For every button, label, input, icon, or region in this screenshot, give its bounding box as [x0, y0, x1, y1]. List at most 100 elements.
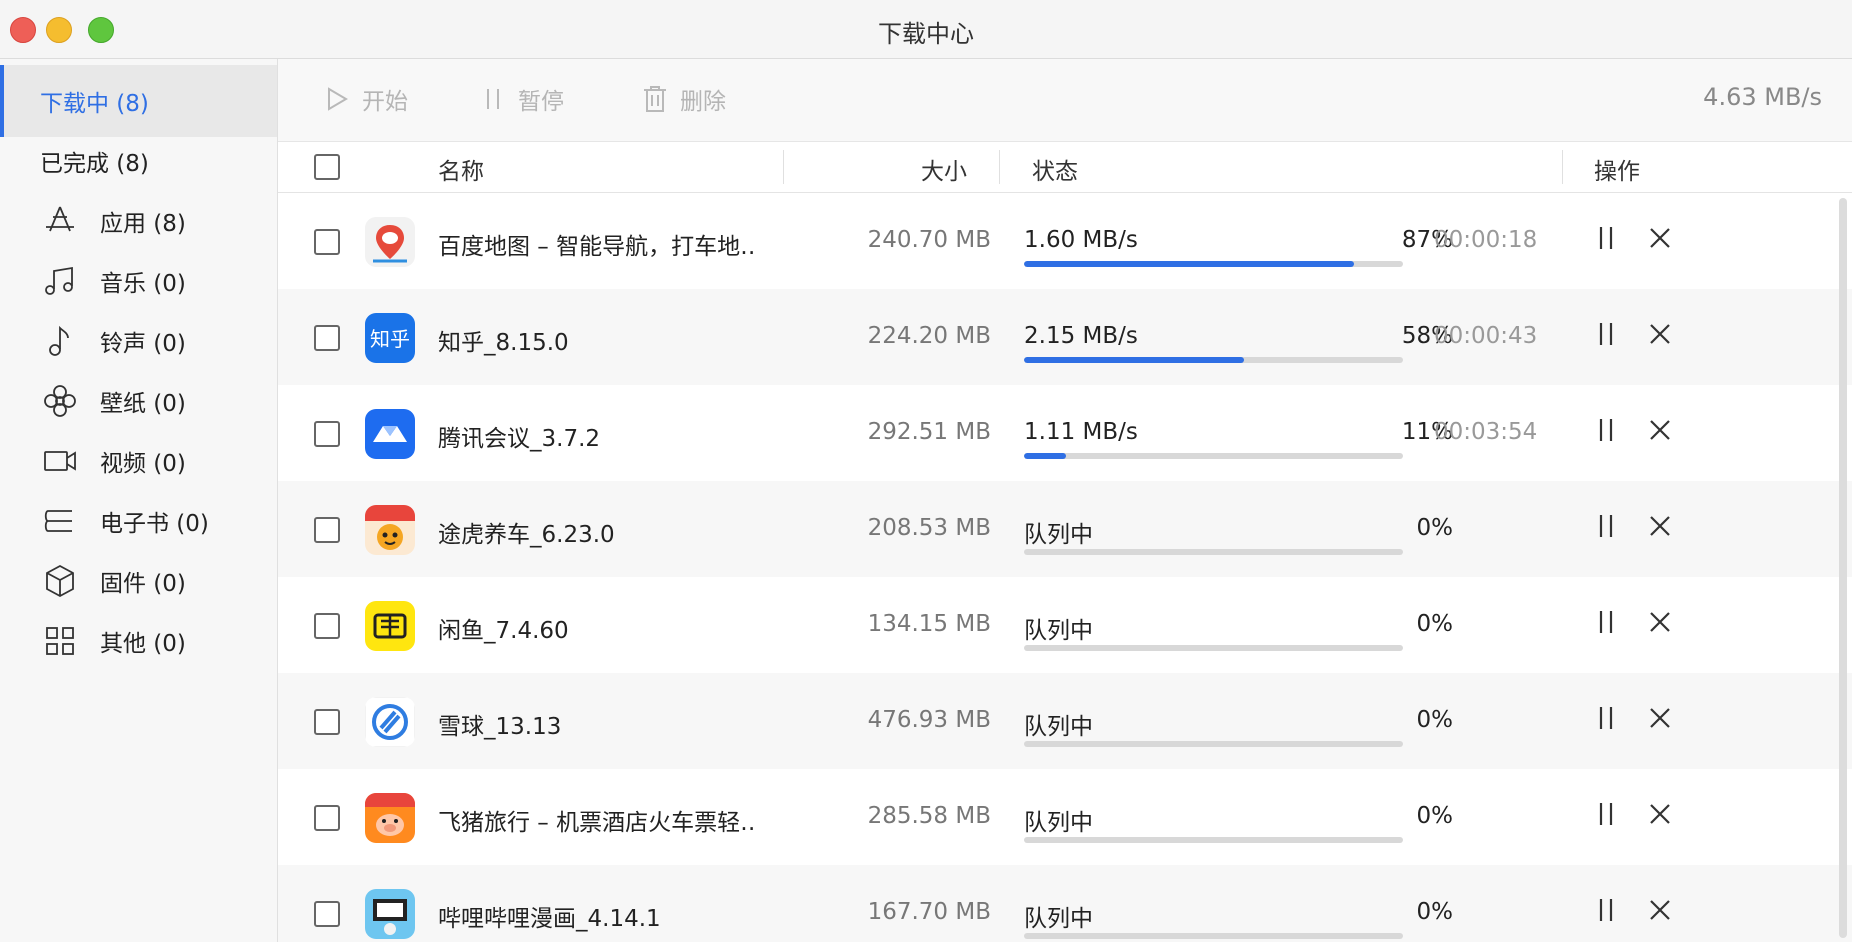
app-size: 292.51 MB [867, 419, 991, 445]
close-icon [1650, 612, 1670, 632]
progress-fill [1024, 357, 1244, 363]
row-pause-button[interactable] [1594, 607, 1618, 637]
column-divider[interactable] [783, 150, 784, 184]
time-remaining: 00:00:18 [1434, 227, 1538, 253]
progress-bar [1024, 549, 1403, 555]
table-row[interactable]: 雪球_13.13 476.93 MB 队列中 0% [278, 673, 1852, 769]
pause-label: 暂停 [518, 89, 564, 115]
header-status: 状态 [1032, 159, 1078, 185]
pause-icon [1599, 227, 1613, 249]
row-cancel-button[interactable] [1648, 514, 1672, 538]
svg-text:知乎: 知乎 [370, 327, 410, 351]
close-icon [1650, 324, 1670, 344]
download-status: 队列中 [1024, 906, 1093, 932]
row-cancel-button[interactable] [1648, 802, 1672, 826]
vertical-scrollbar[interactable] [1839, 198, 1847, 938]
download-center-window: 下载中心 下载中 (8) 已完成 (8) 应用 (8) 音乐 (0) 铃声 (0… [0, 0, 1852, 942]
pause-icon [1599, 419, 1613, 441]
table-row[interactable]: 知乎 知乎_8.15.0 224.20 MB 2.15 MB/s 58% 00:… [278, 289, 1852, 385]
cube-icon [40, 561, 80, 601]
table-row[interactable]: 闲鱼_7.4.60 134.15 MB 队列中 0% [278, 577, 1852, 673]
row-checkbox[interactable] [314, 421, 340, 447]
row-cancel-button[interactable] [1648, 706, 1672, 730]
sidebar-item-others[interactable]: 其他 (0) [0, 605, 277, 677]
row-checkbox[interactable] [314, 805, 340, 831]
start-button[interactable]: 开始 [324, 81, 408, 117]
pause-icon [1599, 323, 1613, 345]
select-all-checkbox[interactable] [314, 154, 340, 180]
grid-icon [40, 621, 80, 661]
pause-icon [1599, 803, 1613, 825]
trash-icon [644, 86, 666, 112]
table-row[interactable]: 途虎养车_6.23.0 208.53 MB 队列中 0% [278, 481, 1852, 577]
app-size: 167.70 MB [867, 899, 991, 925]
row-pause-button[interactable] [1594, 703, 1618, 733]
column-divider[interactable] [999, 150, 1000, 184]
row-cancel-button[interactable] [1648, 610, 1672, 634]
header-size: 大小 [921, 159, 967, 185]
sidebar: 下载中 (8) 已完成 (8) 应用 (8) 音乐 (0) 铃声 (0) 壁纸 … [0, 59, 278, 942]
table-row[interactable]: 腾讯会议_3.7.2 292.51 MB 1.11 MB/s 11% 00:03… [278, 385, 1852, 481]
close-icon [1650, 228, 1670, 248]
table-row[interactable]: 飞猪旅行 – 机票酒店火车票轻… 285.58 MB 队列中 0% [278, 769, 1852, 865]
toolbar: 开始 暂停 删除 4.63 MB/s [278, 59, 1852, 142]
download-status: 队列中 [1024, 618, 1093, 644]
row-pause-button[interactable] [1594, 415, 1618, 445]
app-size: 224.20 MB [867, 323, 991, 349]
time-remaining: 00:03:54 [1434, 419, 1538, 445]
progress-bar [1024, 645, 1403, 651]
close-icon [1650, 804, 1670, 824]
delete-button[interactable]: 删除 [642, 81, 726, 117]
app-store-icon [40, 201, 80, 241]
sidebar-item-label: 固件 (0) [100, 571, 186, 597]
pause-button[interactable]: 暂停 [480, 81, 564, 117]
tuhu-icon [365, 505, 415, 555]
progress-percent: 0% [1416, 707, 1454, 733]
row-checkbox[interactable] [314, 709, 340, 735]
play-icon [328, 87, 348, 111]
video-camera-icon [40, 441, 80, 481]
app-size: 285.58 MB [867, 803, 991, 829]
row-checkbox[interactable] [314, 229, 340, 255]
row-pause-button[interactable] [1594, 511, 1618, 541]
row-cancel-button[interactable] [1648, 898, 1672, 922]
pause-icon [1599, 899, 1613, 921]
pause-icon [487, 89, 499, 109]
progress-percent: 0% [1416, 899, 1454, 925]
close-icon [1650, 516, 1670, 536]
sidebar-item-label: 电子书 (0) [100, 511, 209, 537]
pause-icon [1599, 515, 1613, 537]
sidebar-item-label: 其他 (0) [100, 631, 186, 657]
xianyu-icon [365, 601, 415, 651]
sidebar-item-label: 下载中 (8) [40, 91, 149, 117]
row-cancel-button[interactable] [1648, 418, 1672, 442]
row-cancel-button[interactable] [1648, 322, 1672, 346]
row-pause-button[interactable] [1594, 895, 1618, 925]
table-row[interactable]: 百度地图 – 智能导航，打车地… 240.70 MB 1.60 MB/s 87%… [278, 193, 1852, 289]
progress-percent: 0% [1416, 515, 1454, 541]
row-pause-button[interactable] [1594, 319, 1618, 349]
progress-fill [1024, 261, 1354, 267]
progress-percent: 0% [1416, 611, 1454, 637]
sidebar-item-label: 铃声 (0) [100, 331, 186, 357]
progress-fill [1024, 453, 1066, 459]
table-row[interactable]: 哔哩哔哩漫画_4.14.1 167.70 MB 队列中 0% [278, 865, 1852, 942]
row-checkbox[interactable] [314, 613, 340, 639]
row-checkbox[interactable] [314, 517, 340, 543]
row-pause-button[interactable] [1594, 799, 1618, 829]
row-cancel-button[interactable] [1648, 226, 1672, 250]
app-size: 208.53 MB [867, 515, 991, 541]
title-bar: 下载中心 [0, 0, 1852, 59]
bilibili-comic-icon [365, 889, 415, 939]
ringtone-icon [40, 321, 80, 361]
column-divider[interactable] [1562, 150, 1563, 184]
row-pause-button[interactable] [1594, 223, 1618, 253]
header-name: 名称 [438, 159, 484, 185]
book-icon [40, 501, 80, 541]
progress-bar [1024, 357, 1403, 363]
progress-bar [1024, 933, 1403, 939]
table-header: 名称 大小 状态 操作 [278, 142, 1852, 193]
download-list: 百度地图 – 智能导航，打车地… 240.70 MB 1.60 MB/s 87%… [278, 193, 1852, 942]
row-checkbox[interactable] [314, 325, 340, 351]
row-checkbox[interactable] [314, 901, 340, 927]
